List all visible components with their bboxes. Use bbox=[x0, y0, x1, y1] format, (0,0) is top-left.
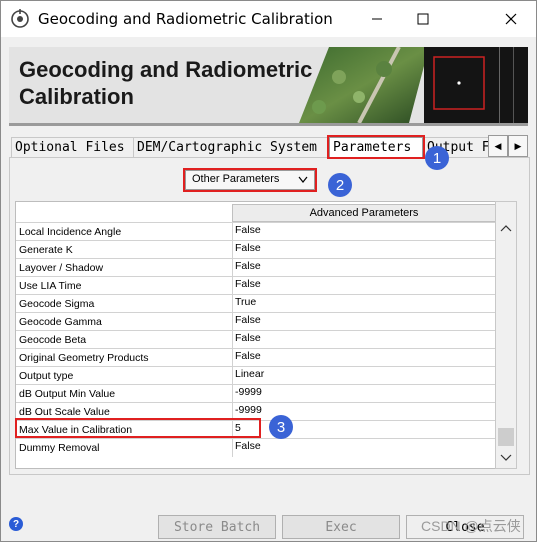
parameter-group-dropdown[interactable]: Other Parameters bbox=[185, 170, 315, 190]
param-value: True bbox=[235, 296, 257, 308]
chevron-down-icon bbox=[298, 176, 308, 183]
window-title: Geocoding and Radiometric Calibration bbox=[38, 10, 333, 28]
tab-optional-files[interactable]: Optional Files bbox=[11, 137, 135, 157]
annotation-badge-1: 1 bbox=[425, 146, 449, 170]
param-value: False bbox=[235, 260, 261, 272]
param-value: False bbox=[235, 332, 261, 344]
tab-strip: Optional Files DEM/Cartographic System P… bbox=[9, 135, 528, 157]
param-name: Use LIA Time bbox=[19, 280, 82, 292]
maximize-button[interactable] bbox=[400, 1, 446, 37]
header-banner: Geocoding and Radiometric Calibration bbox=[9, 47, 528, 126]
param-value-cell[interactable]: False bbox=[232, 277, 493, 295]
param-name: Geocode Sigma bbox=[19, 298, 95, 310]
table-row: dB Out Scale Value -9999 bbox=[16, 402, 496, 421]
param-name: Max Value in Calibration bbox=[19, 424, 133, 436]
banner-title: Geocoding and Radiometric Calibration bbox=[19, 56, 312, 110]
help-icon[interactable]: ? bbox=[9, 517, 23, 531]
minimize-icon bbox=[372, 18, 382, 20]
param-name: Dummy Removal bbox=[19, 442, 100, 454]
column-header: Advanced Parameters bbox=[232, 204, 496, 222]
table-row: Geocode Sigma True bbox=[16, 294, 496, 313]
close-icon bbox=[505, 13, 517, 25]
param-value: Linear bbox=[235, 368, 265, 380]
param-name: Output type bbox=[19, 370, 74, 382]
param-value: -9999 bbox=[235, 386, 262, 398]
param-value: False bbox=[235, 440, 261, 452]
table-row: Original Geometry Products False bbox=[16, 348, 496, 367]
param-value-cell[interactable]: False bbox=[232, 259, 493, 277]
table-row: Max Value in Calibration 5 bbox=[16, 420, 496, 439]
tab-dem-cartographic-system[interactable]: DEM/Cartographic System bbox=[133, 137, 331, 157]
param-value-cell[interactable]: False bbox=[232, 223, 493, 241]
table-row: Use LIA Time False bbox=[16, 276, 496, 295]
exec-button[interactable]: Exec bbox=[282, 515, 400, 539]
param-value: -9999 bbox=[235, 404, 262, 416]
param-value-cell[interactable]: False bbox=[232, 241, 493, 259]
param-value-cell[interactable]: Linear bbox=[232, 367, 493, 385]
param-name: Geocode Beta bbox=[19, 334, 87, 346]
banner-title-line2: Calibration bbox=[19, 84, 134, 109]
close-window-button[interactable] bbox=[488, 1, 534, 37]
banner-image bbox=[299, 47, 528, 123]
title-bar: Geocoding and Radiometric Calibration bbox=[1, 1, 536, 37]
param-value: False bbox=[235, 314, 261, 326]
dialog-window: Geocoding and Radiometric Calibration Ge… bbox=[0, 0, 537, 542]
param-name: dB Out Scale Value bbox=[19, 406, 110, 418]
table-row: Layover / Shadow False bbox=[16, 258, 496, 277]
scroll-up-icon[interactable] bbox=[500, 224, 512, 232]
chevron-left-icon: ◀ bbox=[494, 140, 502, 151]
maximize-icon bbox=[417, 13, 429, 25]
store-batch-button[interactable]: Store Batch bbox=[158, 515, 276, 539]
table-row: Output type Linear bbox=[16, 366, 496, 385]
param-name: Generate K bbox=[19, 244, 73, 256]
annotation-badge-3: 3 bbox=[269, 415, 293, 439]
param-value: False bbox=[235, 242, 261, 254]
param-value-cell[interactable]: False bbox=[232, 349, 493, 367]
param-value-cell[interactable]: False bbox=[232, 331, 493, 349]
parameters-table: Advanced Parameters Local Incidence Angl… bbox=[15, 201, 497, 469]
param-value: 5 bbox=[235, 422, 241, 434]
scroll-down-icon[interactable] bbox=[500, 454, 512, 462]
param-name: Layover / Shadow bbox=[19, 262, 104, 274]
param-name: Local Incidence Angle bbox=[19, 226, 122, 238]
param-name: Original Geometry Products bbox=[19, 352, 149, 364]
banner-title-line1: Geocoding and Radiometric bbox=[19, 57, 313, 82]
param-value-cell[interactable]: -9999 bbox=[232, 385, 493, 403]
param-value-cell[interactable]: True bbox=[232, 295, 493, 313]
param-value: False bbox=[235, 278, 261, 290]
tab-scroll-left-button[interactable]: ◀ bbox=[488, 135, 508, 157]
param-value: False bbox=[235, 224, 261, 236]
dropdown-selected-value: Other Parameters bbox=[192, 173, 280, 185]
table-scrollbar[interactable] bbox=[495, 201, 517, 469]
table-row: Dummy Removal False bbox=[16, 438, 496, 457]
minimize-button[interactable] bbox=[354, 1, 400, 37]
param-value-cell[interactable]: False bbox=[232, 313, 493, 331]
table-row: dB Output Min Value -9999 bbox=[16, 384, 496, 403]
watermark: CSDN @点云侠 bbox=[421, 518, 521, 534]
param-name: dB Output Min Value bbox=[19, 388, 116, 400]
table-row: Generate K False bbox=[16, 240, 496, 259]
annotation-badge-2: 2 bbox=[328, 173, 352, 197]
param-value-cell[interactable]: False bbox=[232, 439, 493, 457]
scrollbar-thumb[interactable] bbox=[498, 428, 514, 446]
app-icon bbox=[11, 9, 29, 28]
param-value: False bbox=[235, 350, 261, 362]
table-row: Geocode Beta False bbox=[16, 330, 496, 349]
tab-scroll-right-button[interactable]: ▶ bbox=[508, 135, 528, 157]
table-row: Geocode Gamma False bbox=[16, 312, 496, 331]
table-row: Local Incidence Angle False bbox=[16, 222, 496, 241]
param-name: Geocode Gamma bbox=[19, 316, 102, 328]
tab-parameters[interactable]: Parameters bbox=[329, 137, 423, 157]
chevron-right-icon: ▶ bbox=[514, 140, 522, 151]
